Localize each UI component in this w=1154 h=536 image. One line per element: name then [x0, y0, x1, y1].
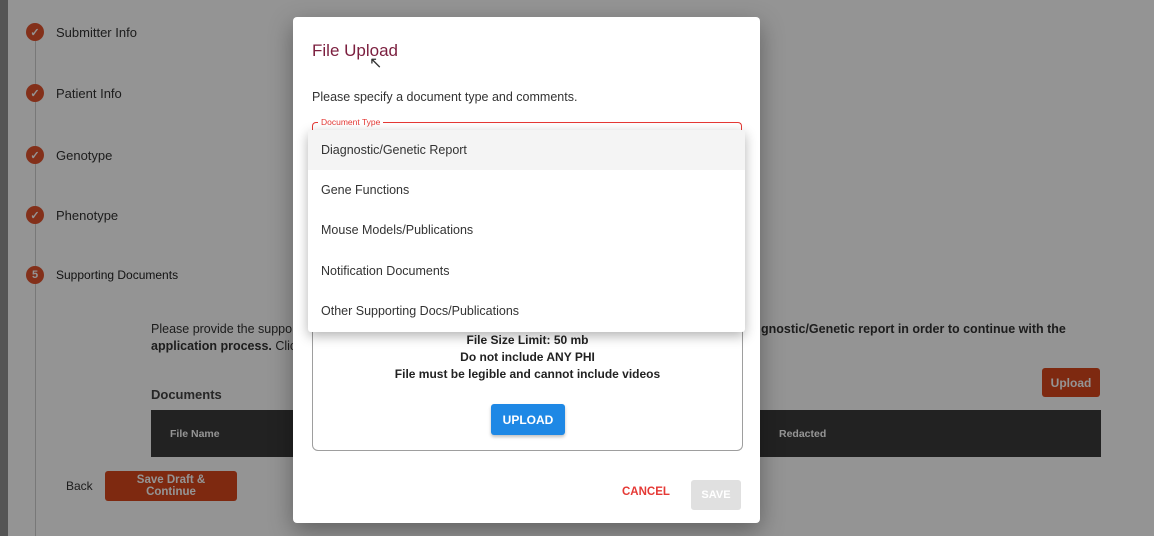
dropzone-text-legible: File must be legible and cannot include … [394, 367, 661, 381]
dialog-description: Please specify a document type and comme… [312, 90, 578, 104]
file-dropzone[interactable]: File Size Limit: 50 mb Do not include AN… [312, 327, 743, 451]
save-button[interactable]: SAVE [691, 480, 741, 510]
dialog-upload-button[interactable]: UPLOAD [491, 404, 565, 435]
mouse-cursor-icon: ↖ [369, 55, 383, 72]
option-diagnostic-genetic-report[interactable]: Diagnostic/Genetic Report [308, 130, 745, 170]
dropzone-text-phi: Do not include ANY PHI [460, 350, 595, 364]
dropzone-text-size-limit: File Size Limit: 50 mb [466, 333, 589, 347]
option-other-supporting-docs[interactable]: Other Supporting Docs/Publications [308, 291, 745, 331]
dialog-title: File Upload [312, 41, 398, 60]
document-type-label: Document Type [318, 117, 384, 127]
left-edge-strip [0, 0, 8, 536]
option-mouse-models-publications[interactable]: Mouse Models/Publications [308, 210, 745, 250]
option-notification-documents[interactable]: Notification Documents [308, 251, 745, 291]
cancel-button[interactable]: CANCEL [622, 486, 670, 498]
document-type-dropdown-menu: Diagnostic/Genetic Report Gene Functions… [308, 130, 745, 332]
option-gene-functions[interactable]: Gene Functions [308, 170, 745, 210]
